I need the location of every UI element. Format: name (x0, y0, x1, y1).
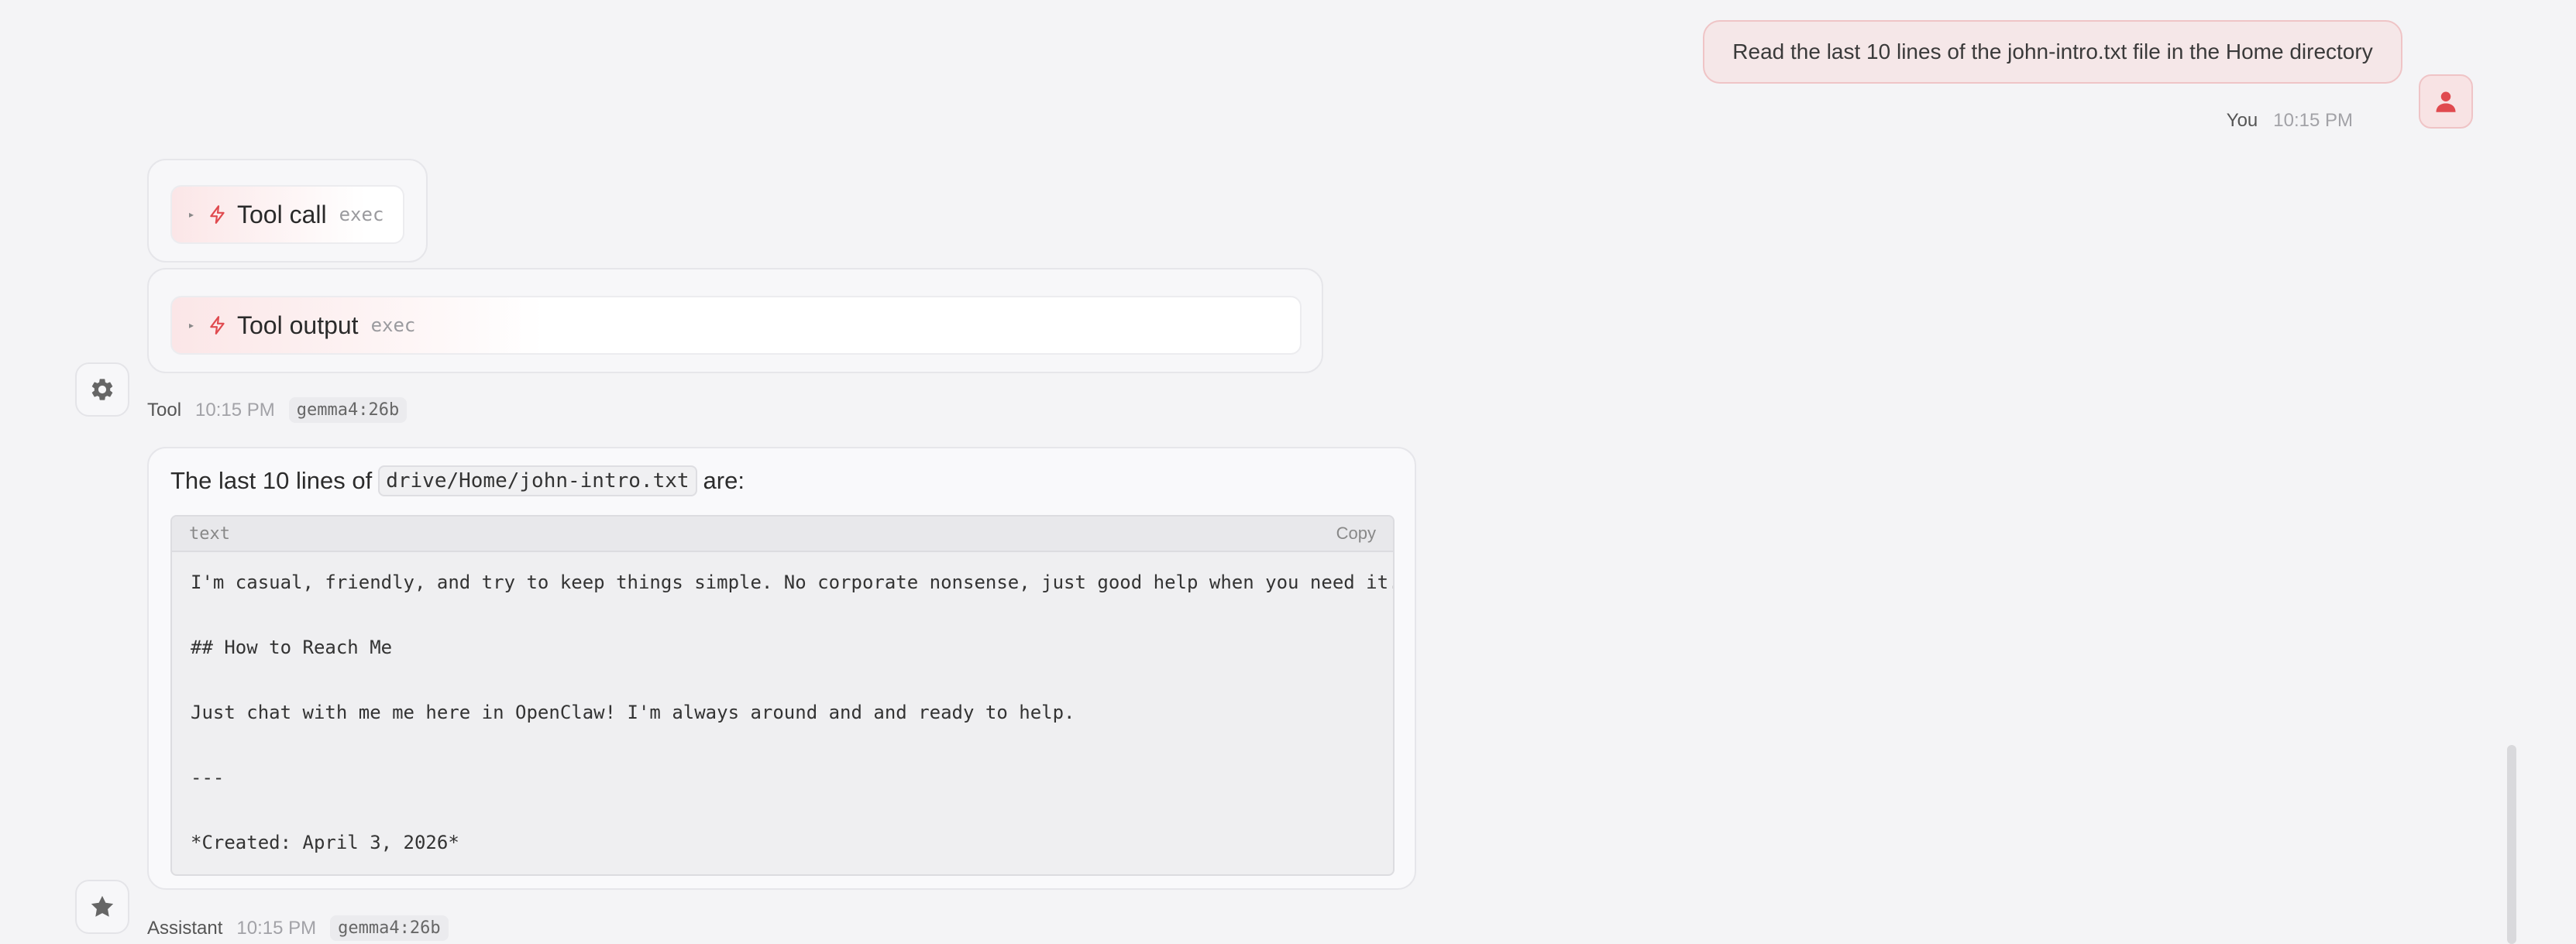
tool-call-subtitle: exec (339, 204, 384, 225)
tool-call-card: ▸ Tool call exec (147, 159, 428, 263)
triangle-right-icon: ▸ (189, 320, 194, 331)
assistant-sender: Assistant (147, 917, 223, 939)
tool-call-toggle[interactable]: ▸ Tool call exec (170, 185, 404, 244)
code-line: --- (191, 767, 225, 788)
assistant-time: 10:15 PM (236, 917, 317, 939)
triangle-right-icon: ▸ (189, 209, 194, 220)
assistant-avatar (75, 880, 129, 934)
intro-prefix: The last 10 lines of (170, 467, 373, 494)
assistant-message-meta: Assistant 10:15 PM gemma4:26b (147, 915, 449, 941)
copy-button[interactable]: Copy (1336, 523, 1376, 544)
tool-output-toggle[interactable]: ▸ Tool output exec (170, 296, 1302, 355)
tool-sender: Tool (147, 399, 182, 421)
tool-message-meta: Tool 10:15 PM gemma4:26b (147, 397, 408, 423)
gear-icon (91, 379, 113, 400)
person-icon (2436, 91, 2456, 112)
user-time: 10:15 PM (2273, 110, 2353, 131)
assistant-model-badge: gemma4:26b (330, 915, 449, 941)
tool-time: 10:15 PM (195, 399, 275, 421)
code-body: I'm casual, friendly, and try to keep th… (172, 552, 1393, 859)
bolt-icon (208, 203, 228, 226)
code-line: I'm casual, friendly, and try to keep th… (191, 572, 1395, 593)
assistant-message-card: The last 10 lines of drive/Home/john-int… (147, 447, 1416, 890)
code-language: text (189, 523, 230, 544)
user-message-bubble: Read the last 10 lines of the john-intro… (1703, 20, 2402, 84)
user-message-meta: You 10:15 PM (2227, 110, 2353, 132)
tool-output-title: Tool output (237, 311, 359, 339)
bolt-icon (208, 314, 228, 337)
inline-code-file-path: drive/Home/john-intro.txt (378, 465, 697, 496)
scrollbar-thumb[interactable] (2507, 745, 2516, 944)
tool-output-card: ▸ Tool output exec (147, 268, 1323, 373)
code-block: text Copy I'm casual, friendly, and try … (170, 515, 1395, 876)
user-avatar (2419, 74, 2473, 129)
code-block-header: text Copy (172, 517, 1393, 552)
code-line: ## How to Reach Me (191, 637, 393, 658)
assistant-intro: The last 10 lines of drive/Home/john-int… (170, 465, 745, 496)
code-line: *Created: April 3, 2026* (191, 832, 459, 853)
user-sender: You (2226, 110, 2258, 131)
intro-suffix: are: (703, 467, 745, 494)
user-message-text: Read the last 10 lines of the john-intro… (1732, 39, 2373, 64)
tool-model-badge: gemma4:26b (288, 397, 408, 423)
star-icon (91, 895, 114, 917)
tool-output-subtitle: exec (370, 314, 416, 336)
tool-avatar (75, 362, 129, 417)
code-line: Just chat with me me here in OpenClaw! I… (191, 702, 1075, 723)
tool-call-title: Tool call (237, 200, 327, 228)
